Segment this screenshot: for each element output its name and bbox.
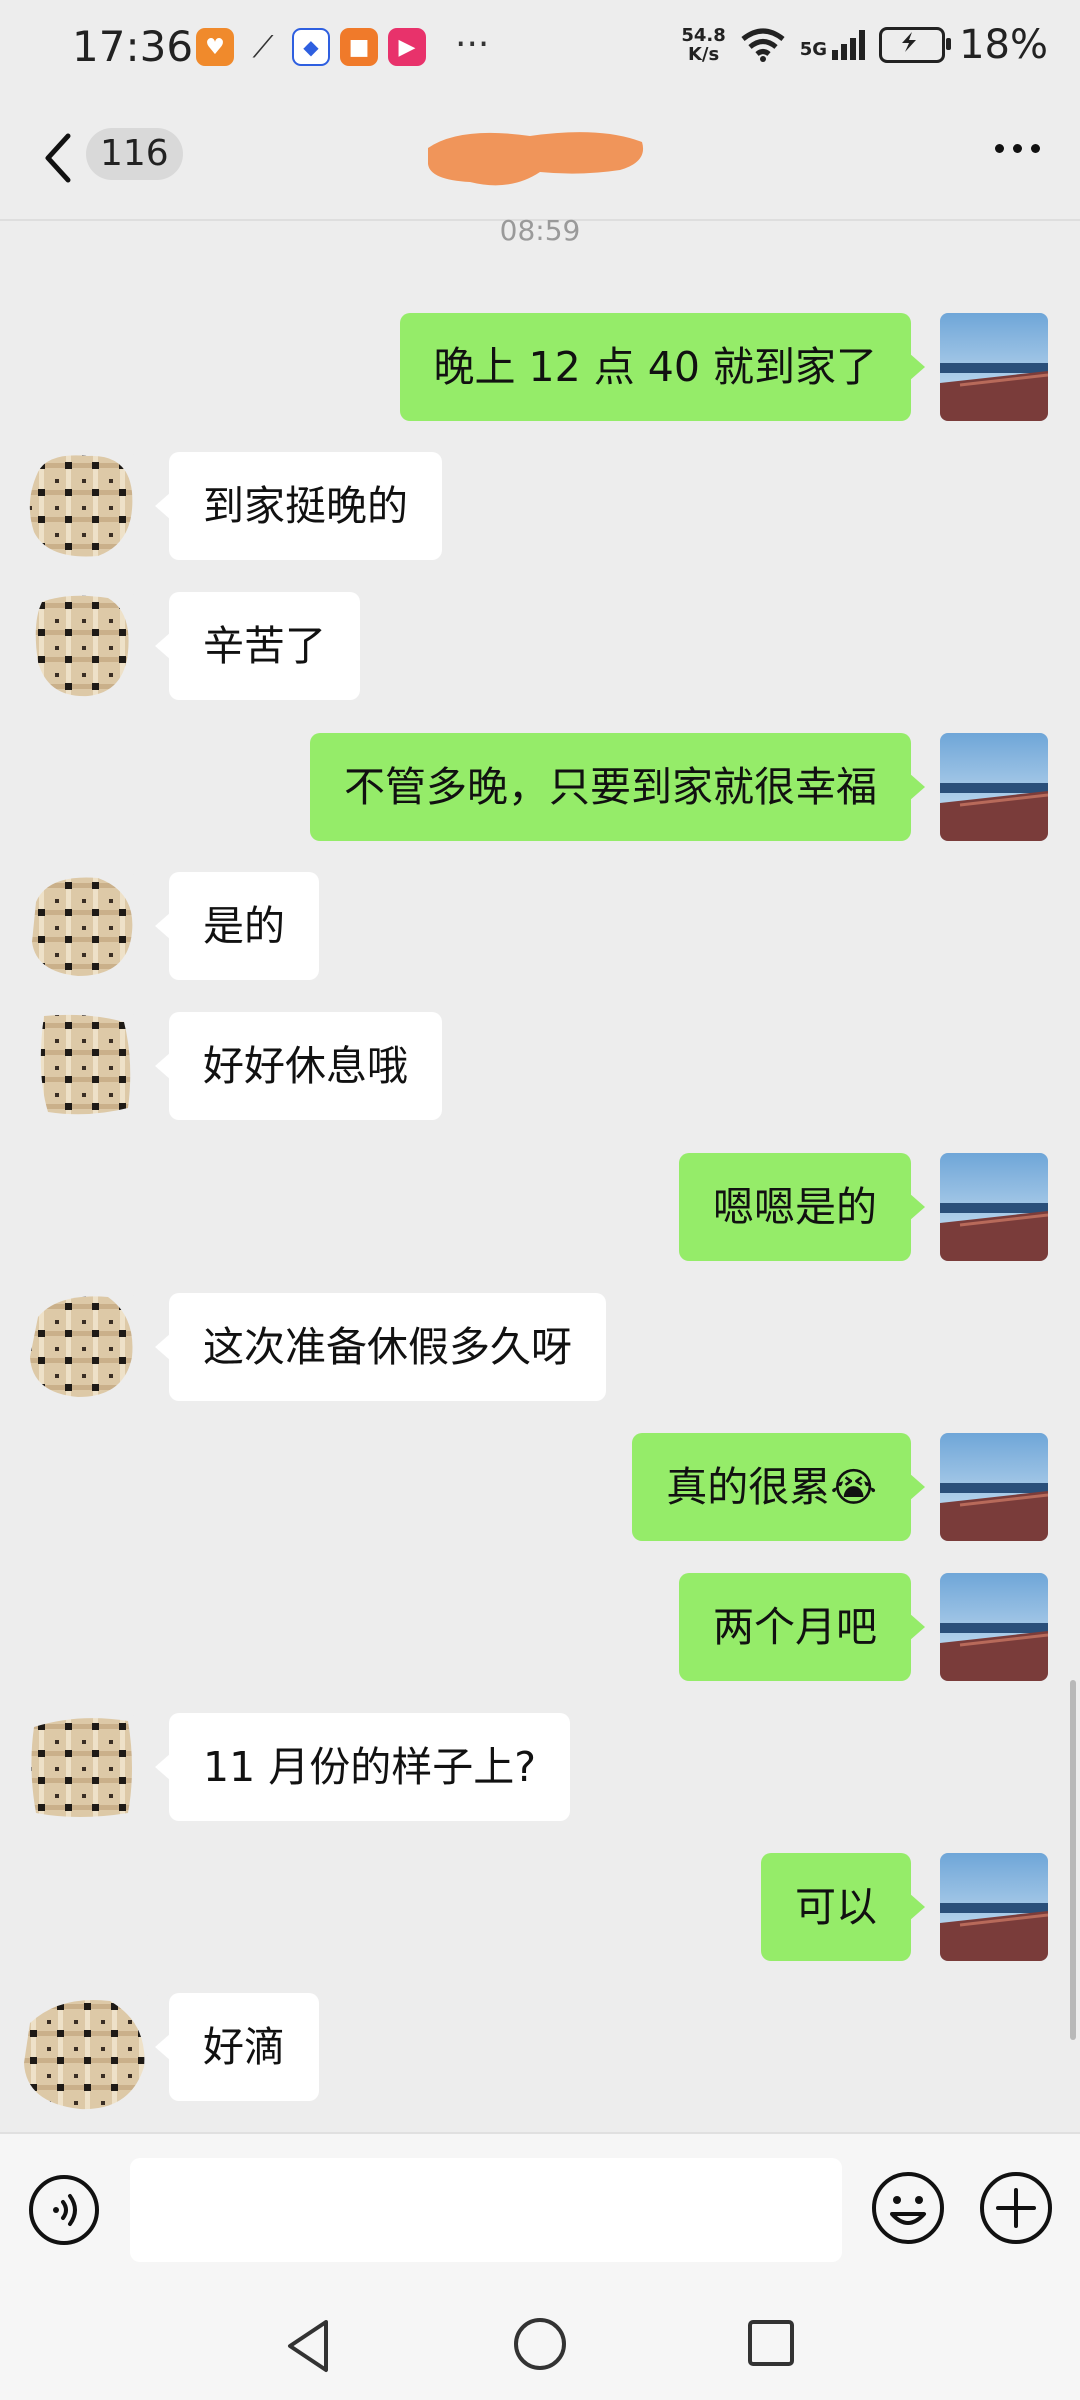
contact-avatar[interactable] (28, 872, 136, 980)
my-avatar[interactable] (940, 313, 1048, 421)
net-speed-unit: K/s (687, 44, 720, 65)
contact-avatar[interactable] (28, 452, 136, 560)
my-message-bubble[interactable]: 嗯嗯是的 (679, 1153, 925, 1261)
contact-avatar[interactable] (28, 1293, 136, 1401)
my-avatar[interactable] (940, 1853, 1048, 1961)
my-avatar[interactable] (940, 1573, 1048, 1681)
net-speed-value: 54.8 (681, 25, 726, 46)
my-avatar[interactable] (940, 733, 1048, 841)
contact-message-bubble[interactable]: 11 月份的样子上? (155, 1713, 570, 1821)
video-app-icon: ▶ (388, 28, 426, 66)
contact-avatar[interactable] (28, 1012, 136, 1120)
contact-message-bubble[interactable]: 好好休息哦 (155, 1012, 442, 1120)
net-speed: 54.8 K/s (681, 26, 725, 64)
chat-input-bar (0, 2132, 1080, 2290)
scroll-indicator[interactable] (1070, 1680, 1076, 2040)
baidu-app-icon: ◆ (292, 28, 330, 66)
system-navigation-bar (0, 2288, 1080, 2400)
message-text: 这次准备休假多久呀 (203, 1323, 572, 1371)
message-text: 嗯嗯是的 (713, 1183, 877, 1231)
message-text: 不管多晚，只要到家就很幸福 (344, 763, 877, 811)
redacted-contact-name (428, 132, 644, 186)
crying-laughing-emoji-icon: 😭 (830, 1465, 877, 1511)
message-text: 两个月吧 (713, 1603, 877, 1651)
message-text: 好好休息哦 (203, 1042, 408, 1090)
link-app-icon: ⟋ (252, 29, 274, 65)
contact-avatar[interactable] (28, 1713, 136, 1821)
message-input[interactable] (130, 2158, 842, 2262)
message-text: 可以 (795, 1883, 877, 1931)
contact-message-bubble[interactable]: 是的 (155, 872, 319, 980)
my-avatar[interactable] (940, 1153, 1048, 1261)
shopping-app-icon: ■ (340, 28, 378, 66)
contact-avatar[interactable] (20, 1993, 150, 2113)
status-bar: 17:36 ♥ ⟋ ◆ ■ ▶ ··· 54.8 K/s 5G 18% (0, 0, 1080, 100)
message-text: 晚上 12 点 40 就到家了 (433, 343, 877, 391)
message-text: 是的 (203, 902, 285, 950)
my-message-bubble[interactable]: 两个月吧 (679, 1573, 925, 1681)
message-text: 11 月份的样子上? (203, 1743, 536, 1791)
emoji-picker-icon[interactable] (870, 2170, 946, 2246)
nav-home-icon[interactable] (512, 2316, 568, 2372)
my-message-bubble[interactable]: 晚上 12 点 40 就到家了 (399, 313, 926, 421)
cellular-signal-icon: 5G (799, 30, 866, 60)
notification-icons: ♥ ⟋ ◆ ■ ▶ (196, 28, 426, 66)
wifi-icon (741, 28, 785, 62)
network-type: 5G (799, 39, 828, 60)
back-arrow-icon[interactable] (38, 130, 78, 186)
battery-percent: 18% (959, 22, 1048, 68)
message-text: 真的很累 (666, 1463, 831, 1511)
battery-icon (879, 27, 952, 63)
my-message-bubble[interactable]: 可以 (761, 1853, 925, 1961)
message-text: 到家挺晚的 (203, 482, 408, 530)
nav-back-icon[interactable] (282, 2316, 336, 2376)
my-message-bubble[interactable]: 不管多晚，只要到家就很幸福 (310, 733, 925, 841)
status-time: 17:36 (72, 22, 194, 71)
nav-recent-apps-icon[interactable] (746, 2318, 796, 2368)
more-options-icon[interactable] (995, 144, 1040, 153)
more-notifications-icon: ··· (455, 24, 490, 65)
contact-message-bubble[interactable]: 到家挺晚的 (155, 452, 442, 560)
more-functions-plus-icon[interactable] (978, 2170, 1054, 2246)
message-timestamp: 08:59 (499, 214, 581, 247)
taobao-app-icon: ♥ (196, 28, 234, 66)
contact-avatar[interactable] (28, 592, 136, 700)
unread-count-badge[interactable]: 116 (86, 128, 183, 180)
voice-input-icon[interactable] (28, 2174, 100, 2246)
contact-message-bubble[interactable]: 辛苦了 (155, 592, 360, 700)
my-message-bubble[interactable]: 真的很累😭 (632, 1433, 925, 1541)
contact-message-bubble[interactable]: 这次准备休假多久呀 (155, 1293, 606, 1401)
my-avatar[interactable] (940, 1433, 1048, 1541)
chat-header: 116 (0, 100, 1080, 220)
contact-message-bubble[interactable]: 好滴 (155, 1993, 319, 2101)
message-text: 好滴 (203, 2023, 285, 2071)
message-text: 辛苦了 (203, 622, 326, 670)
